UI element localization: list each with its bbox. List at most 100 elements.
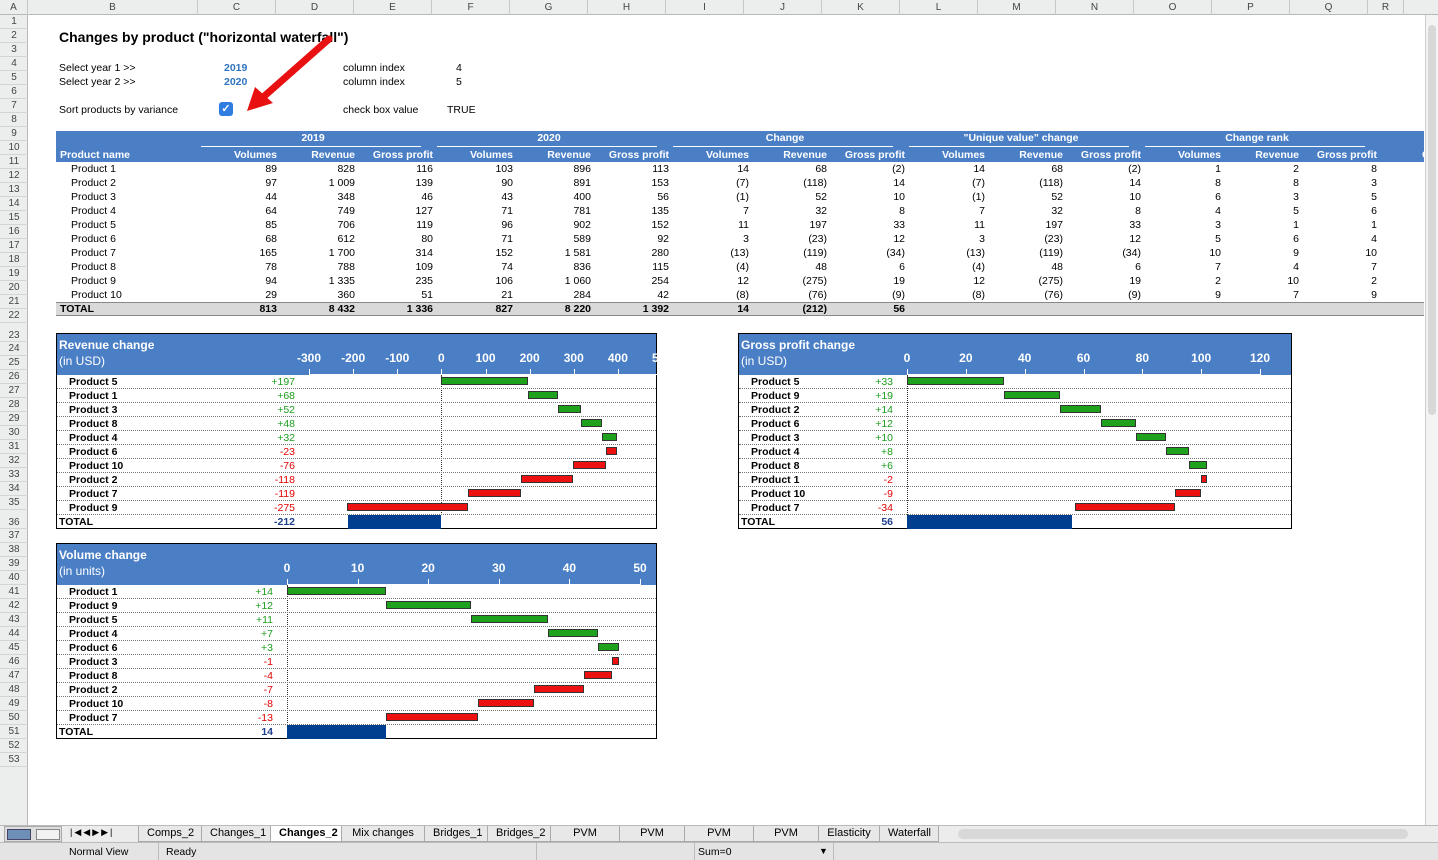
row-header-15[interactable]: 15 [0,211,28,225]
column-header-K[interactable]: K [822,0,900,15]
year1-input[interactable]: 2019 [224,62,247,75]
row-header-4[interactable]: 4 [0,57,28,71]
row-header-50[interactable]: 50 [0,711,28,725]
row-header-52[interactable]: 52 [0,739,28,753]
horizontal-scrollbar[interactable] [958,829,1408,839]
row-header-5[interactable]: 5 [0,71,28,85]
row-header-37[interactable]: 37 [0,529,28,543]
row-header-28[interactable]: 28 [0,398,28,412]
column-header-B[interactable]: B [28,0,198,15]
column-header-L[interactable]: L [900,0,978,15]
tab-mix-changes[interactable]: Mix changes [341,826,425,842]
row-header-29[interactable]: 29 [0,412,28,426]
tab-nav-icon[interactable]: ▶ [92,827,101,837]
sum-dropdown[interactable]: Sum=0 ▼ [694,843,834,860]
column-header-J[interactable]: J [744,0,822,15]
row-header-48[interactable]: 48 [0,683,28,697]
row-header-12[interactable]: 12 [0,169,28,183]
row-header-51[interactable]: 51 [0,725,28,739]
column-header-D[interactable]: D [276,0,354,15]
row-header-14[interactable]: 14 [0,197,28,211]
tab-pvm-gp-2[interactable]: PVM GP_2 [753,826,819,854]
row-header-23[interactable]: 23 [0,323,28,342]
column-header-G[interactable]: G [510,0,588,15]
row-header-42[interactable]: 42 [0,599,28,613]
vertical-scrollbar[interactable] [1425,15,1438,825]
row-header-17[interactable]: 17 [0,239,28,253]
row-header-35[interactable]: 35 [0,496,28,510]
row-header-40[interactable]: 40 [0,571,28,585]
tab-nav-icon[interactable]: |◀ [70,827,83,837]
sort-checkbox[interactable]: ✓ [219,102,233,116]
column-header-I[interactable]: I [666,0,744,15]
tab-elasticity[interactable]: Elasticity [818,826,880,842]
column-header-O[interactable]: O [1134,0,1212,15]
tab-changes-2[interactable]: Changes_2 [270,826,342,842]
tab-nav-icon[interactable]: ◀ [83,827,92,837]
row-header-1[interactable]: 1 [0,15,28,29]
row-header-16[interactable]: 16 [0,225,28,239]
column-header-A[interactable]: A [0,0,28,15]
row-header-18[interactable]: 18 [0,253,28,267]
row-header-7[interactable]: 7 [0,99,28,113]
column-header-H[interactable]: H [588,0,666,15]
row-header-19[interactable]: 19 [0,267,28,281]
tab-waterfall[interactable]: Waterfall [879,826,939,842]
tab-nav-icon[interactable]: ▶| [101,827,114,837]
row-header-10[interactable]: 10 [0,141,28,155]
row-header-53[interactable]: 53 [0,753,28,767]
tab-changes-1[interactable]: Changes_1 [201,826,271,842]
column-header-E[interactable]: E [354,0,432,15]
worksheet-grid[interactable]: Changes by product ("horizontal waterfal… [29,15,1425,825]
view-buttons[interactable] [4,826,62,842]
row-header-45[interactable]: 45 [0,641,28,655]
year2-input[interactable]: 2020 [224,76,247,89]
row-header-31[interactable]: 31 [0,440,28,454]
column-header-R[interactable]: R [1368,0,1404,15]
tab-navigation[interactable]: |◀◀▶▶| [70,827,114,838]
row-header-46[interactable]: 46 [0,655,28,669]
row-header-2[interactable]: 2 [0,29,28,43]
row-header-43[interactable]: 43 [0,613,28,627]
row-header-20[interactable]: 20 [0,281,28,295]
row-header-47[interactable]: 47 [0,669,28,683]
row-header-22[interactable]: 22 [0,309,28,323]
row-header-34[interactable]: 34 [0,482,28,496]
column-header-C[interactable]: C [198,0,276,15]
normal-view-icon[interactable] [7,829,31,840]
row-header-8[interactable]: 8 [0,113,28,127]
row-header-44[interactable]: 44 [0,627,28,641]
row-header-32[interactable]: 32 [0,454,28,468]
tab-pvm-gp-1[interactable]: PVM GP_1 [619,826,685,854]
row-header-49[interactable]: 49 [0,697,28,711]
row-header-33[interactable]: 33 [0,468,28,482]
column-header-N[interactable]: N [1056,0,1134,15]
row-header-27[interactable]: 27 [0,384,28,398]
tab-pvm-rev-2[interactable]: PVM Rev_2 [684,826,754,854]
row-header-3[interactable]: 3 [0,43,28,57]
row-header-39[interactable]: 39 [0,557,28,571]
tab-bridges-2[interactable]: Bridges_2 [487,826,551,842]
row-header-11[interactable]: 11 [0,155,28,169]
row-header-9[interactable]: 9 [0,127,28,141]
column-header-P[interactable]: P [1212,0,1290,15]
row-header-25[interactable]: 25 [0,356,28,370]
tab-bridges-1[interactable]: Bridges_1 [424,826,488,842]
row-header-26[interactable]: 26 [0,370,28,384]
row-header-38[interactable]: 38 [0,543,28,557]
tab-comps-2[interactable]: Comps_2 [138,826,202,842]
column-header-F[interactable]: F [432,0,510,15]
row-header-30[interactable]: 30 [0,426,28,440]
row-header-41[interactable]: 41 [0,585,28,599]
page-layout-icon[interactable] [36,829,60,840]
row-header-13[interactable]: 13 [0,183,28,197]
row-header-6[interactable]: 6 [0,85,28,99]
table-group-header: 2019 [301,132,325,144]
column-header-Q[interactable]: Q [1290,0,1368,15]
row-header-36[interactable]: 36 [0,510,28,529]
row-header-24[interactable]: 24 [0,342,28,356]
tab-pvm-rev-1[interactable]: PVM Rev_1 [550,826,620,854]
scroll-thumb[interactable] [1428,25,1436,415]
row-header-21[interactable]: 21 [0,295,28,309]
column-header-M[interactable]: M [978,0,1056,15]
